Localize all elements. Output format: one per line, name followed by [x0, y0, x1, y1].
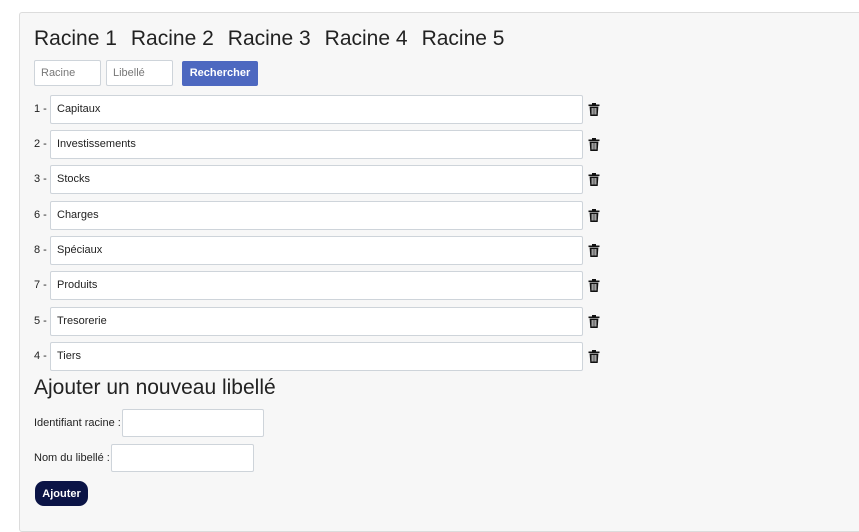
item-label-input[interactable]: [50, 94, 583, 124]
item-number: 3 -: [34, 173, 47, 185]
trash-icon[interactable]: [588, 349, 600, 363]
list-item: 6 -: [34, 200, 614, 230]
tab-racine-5[interactable]: Racine 5: [422, 27, 505, 51]
item-label-input[interactable]: [50, 270, 583, 300]
trash-icon[interactable]: [588, 102, 600, 116]
list-item: 2 -: [34, 129, 614, 159]
racine-id-input[interactable]: [121, 409, 264, 437]
trash-icon[interactable]: [588, 137, 600, 151]
item-number: 1 -: [34, 103, 47, 115]
libelle-search-input[interactable]: [106, 60, 173, 86]
item-label-input[interactable]: [50, 164, 583, 194]
racine-id-row: Identifiant racine :: [34, 409, 264, 437]
libelle-name-row: Nom du libellé :: [34, 444, 254, 472]
search-button[interactable]: Rechercher: [182, 60, 258, 86]
trash-icon[interactable]: [588, 278, 600, 292]
search-bar: Rechercher: [34, 60, 258, 86]
item-number: 8 -: [34, 244, 47, 256]
item-number: 6 -: [34, 209, 47, 221]
item-number: 5 -: [34, 315, 47, 327]
tab-racine-4[interactable]: Racine 4: [325, 27, 408, 51]
list-item: 8 -: [34, 235, 614, 265]
libelle-name-input[interactable]: [110, 444, 254, 472]
list-item: 7 -: [34, 270, 614, 300]
racine-search-input[interactable]: [34, 60, 101, 86]
tab-racine-1[interactable]: Racine 1: [34, 27, 117, 51]
list-item: 1 -: [34, 94, 614, 124]
racine-id-label: Identifiant racine :: [34, 417, 121, 429]
list-item: 4 -: [34, 341, 614, 371]
tab-racine-3[interactable]: Racine 3: [228, 27, 311, 51]
racine-tabs: Racine 1 Racine 2 Racine 3 Racine 4 Raci…: [34, 27, 518, 51]
trash-icon[interactable]: [588, 172, 600, 186]
libelle-name-label: Nom du libellé :: [34, 452, 110, 464]
add-form-title: Ajouter un nouveau libellé: [34, 376, 276, 399]
list-item: 3 -: [34, 164, 614, 194]
item-label-input[interactable]: [50, 129, 583, 159]
item-number: 4 -: [34, 350, 47, 362]
item-label-input[interactable]: [50, 306, 583, 336]
item-label-input[interactable]: [50, 200, 583, 230]
list-item: 5 -: [34, 306, 614, 336]
tab-racine-2[interactable]: Racine 2: [131, 27, 214, 51]
main-panel: Racine 1 Racine 2 Racine 3 Racine 4 Raci…: [19, 12, 859, 532]
trash-icon[interactable]: [588, 314, 600, 328]
item-number: 7 -: [34, 279, 47, 291]
trash-icon[interactable]: [588, 243, 600, 257]
item-label-input[interactable]: [50, 341, 583, 371]
item-number: 2 -: [34, 138, 47, 150]
add-button[interactable]: Ajouter: [35, 481, 88, 506]
trash-icon[interactable]: [588, 208, 600, 222]
item-label-input[interactable]: [50, 235, 583, 265]
